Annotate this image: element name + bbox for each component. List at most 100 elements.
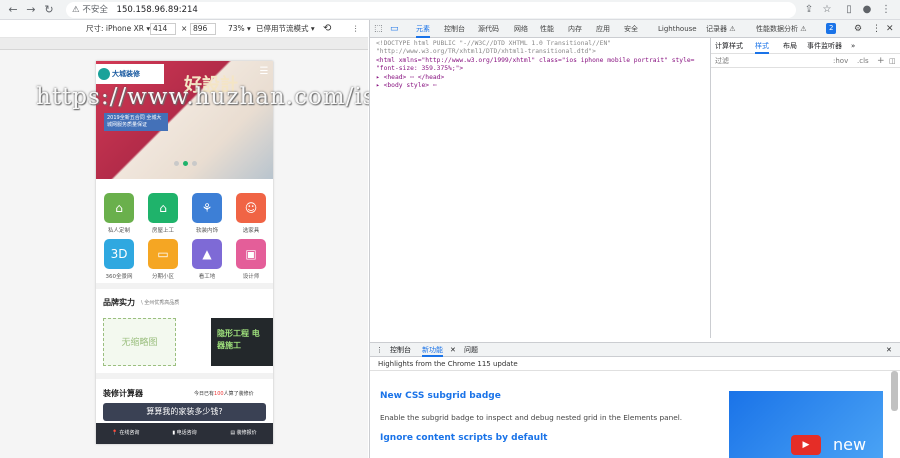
devtools-close-icon[interactable]: ✕: [886, 20, 894, 38]
sofa-icon: ⚘: [192, 193, 222, 223]
drawer-menu-icon[interactable]: ⋮: [376, 343, 383, 357]
service-item[interactable]: ▭ 分期小区: [143, 239, 183, 285]
styles-sidebar-toggle-icon[interactable]: ◫: [889, 54, 896, 68]
service-item-label: 软装内饰: [195, 228, 218, 234]
back-icon[interactable]: ←: [6, 3, 20, 17]
carousel-dot[interactable]: [192, 161, 197, 166]
service-item-label: 分期小区: [151, 274, 174, 280]
dom-tree-line[interactable]: "http://www.w3.org/TR/xhtml1/DTD/xhtml1-…: [376, 48, 704, 56]
device-toggle-icon[interactable]: ▭: [390, 20, 399, 38]
hero-banner[interactable]: 大城装修 ☰ 好設計 2019全新五合同 全城大城网服务质量保证: [96, 61, 273, 179]
dom-tree-line[interactable]: "font-size: 359.375%;">: [376, 65, 704, 73]
zoom-select[interactable]: 73% ▾: [228, 20, 251, 38]
calculator-title: 装修计算器: [103, 389, 143, 398]
service-item[interactable]: ▣ 设计师: [231, 239, 271, 285]
sidepanel-icon[interactable]: ▯: [842, 3, 856, 17]
promo-word: new: [833, 435, 867, 454]
service-item[interactable]: ⚘ 软装内饰: [187, 193, 227, 239]
tab-console[interactable]: 控制台: [444, 20, 465, 38]
issues-badge[interactable]: 2: [826, 23, 837, 34]
tab-recorder[interactable]: 记录器 ⚠: [706, 20, 736, 38]
browser-toolbar: ← → ↻ ⚠ 不安全 150.158.96.89:214 ⇪ ☆ ▯ ● ⋮: [0, 0, 900, 20]
drawer-tab-console[interactable]: 控制台: [390, 343, 411, 357]
media-query-ruler[interactable]: [0, 38, 368, 50]
brand-card-hidden-works[interactable]: 隐形工程 电器施工: [211, 318, 273, 366]
house-icon: ⌂: [148, 193, 178, 223]
tab-elements[interactable]: 元素: [416, 20, 430, 38]
device-select[interactable]: 尺寸: iPhone XR ▾: [86, 20, 150, 38]
security-icon[interactable]: ⚠: [72, 5, 80, 15]
throttle-select[interactable]: 已停用节流模式 ▾: [256, 20, 315, 38]
rotate-icon[interactable]: ⟲: [323, 20, 331, 38]
dom-tree-line[interactable]: ▸ <head> ⋯ </head>: [376, 74, 704, 82]
tab-styles[interactable]: 样式: [755, 38, 769, 54]
share-icon[interactable]: ⇪: [802, 3, 816, 17]
styles-filter-input[interactable]: 过滤: [715, 57, 729, 65]
footer-quote[interactable]: ▤ 装修报价: [214, 423, 273, 444]
tab-security[interactable]: 安全: [624, 20, 638, 38]
bookmark-star-icon[interactable]: ☆: [820, 3, 834, 17]
device-width-input[interactable]: 414: [150, 23, 176, 35]
devtools-tabbar: ⬚ ▭ 元素 控制台 源代码 网络 性能 内存 应用 安全 Lighthouse…: [370, 20, 900, 38]
service-item[interactable]: ☺ 选家具: [231, 193, 271, 239]
tab-sources[interactable]: 源代码: [478, 20, 499, 38]
device-more-icon[interactable]: ⋮: [352, 20, 360, 38]
footer-phone-consult[interactable]: ▮ 电话咨询: [155, 423, 214, 444]
device-height-input[interactable]: 896: [190, 23, 216, 35]
dom-tree-line[interactable]: <!DOCTYPE html PUBLIC "-//W3C//DTD XHTML…: [376, 40, 704, 48]
carousel-dot-active[interactable]: [183, 161, 188, 166]
drawer-tab-whats-new[interactable]: 新功能: [422, 343, 443, 357]
carousel-dot[interactable]: [174, 161, 179, 166]
calculate-price-button[interactable]: 算算我的家装多少钱?: [103, 403, 266, 421]
cls-toggle[interactable]: .cls: [857, 54, 869, 68]
reload-icon[interactable]: ↻: [42, 3, 56, 17]
tab-event-listeners[interactable]: 事件监听器: [807, 38, 842, 54]
news-title-content-scripts[interactable]: Ignore content scripts by default: [380, 433, 547, 443]
news-title-subgrid[interactable]: New CSS subgrid badge: [380, 391, 501, 401]
divider: [96, 283, 273, 289]
devtools-more-icon[interactable]: ⋮: [872, 20, 881, 38]
hov-toggle[interactable]: :hov: [833, 54, 848, 68]
tab-memory[interactable]: 内存: [568, 20, 582, 38]
service-item[interactable]: 3D 360全景网: [99, 239, 139, 285]
drawer-tab-issues[interactable]: 问题: [464, 343, 478, 357]
url-text[interactable]: 150.158.96.89:214: [117, 5, 198, 15]
service-item[interactable]: ▲ 看工地: [187, 239, 227, 285]
brand-card-placeholder[interactable]: 无缩略图: [103, 318, 176, 366]
tab-application[interactable]: 应用: [596, 20, 610, 38]
service-item-label: 房屋上工: [151, 228, 174, 234]
forward-icon[interactable]: →: [24, 3, 38, 17]
drawer-tab-close-icon[interactable]: ✕: [450, 343, 456, 357]
settings-gear-icon[interactable]: ⚙: [854, 20, 862, 38]
elements-dom-tree[interactable]: <!DOCTYPE html PUBLIC "-//W3C//DTD XHTML…: [370, 38, 710, 338]
site-logo[interactable]: 大城装修: [96, 64, 164, 84]
security-label[interactable]: 不安全: [82, 5, 108, 15]
calc-count: 100: [214, 391, 224, 397]
tab-performance[interactable]: 性能: [540, 20, 554, 38]
inspect-icon[interactable]: ⬚: [374, 20, 383, 38]
brand-section-title: 品牌实力: [103, 298, 135, 307]
styles-pane: 计算样式 样式 布局 事件监听器 » 过滤 :hov .cls + ◫: [710, 38, 900, 338]
drawer-scrollbar[interactable]: [891, 371, 898, 411]
address-bar[interactable]: ⚠ 不安全 150.158.96.89:214: [66, 2, 796, 18]
tab-network[interactable]: 网络: [514, 20, 528, 38]
footer-label: 电话咨询: [176, 430, 197, 436]
browser-menu-icon[interactable]: ⋮: [879, 3, 893, 17]
drawer-close-icon[interactable]: ✕: [886, 343, 892, 357]
tab-layout[interactable]: 布局: [783, 38, 797, 54]
menu-icon[interactable]: ☰: [258, 66, 270, 78]
service-item[interactable]: ⌂ 房屋上工: [143, 193, 183, 239]
tab-lighthouse[interactable]: Lighthouse: [658, 20, 697, 38]
dom-tree-line[interactable]: ▸ <body style> ⋯: [376, 82, 704, 90]
tab-computed[interactable]: 计算样式: [715, 38, 743, 54]
profile-icon[interactable]: ●: [860, 3, 874, 17]
whats-new-video-thumbnail[interactable]: ▶ new: [729, 391, 883, 458]
dom-tree-line[interactable]: <html xmlns="http://www.w3.org/1999/xhtm…: [376, 57, 704, 65]
add-rule-icon[interactable]: +: [877, 54, 885, 68]
footer-online-consult[interactable]: 📍 在线咨询: [96, 423, 155, 444]
more-tabs-icon[interactable]: »: [851, 38, 855, 54]
service-item[interactable]: ⌂ 私人定制: [99, 193, 139, 239]
tab-performance-insights[interactable]: 性能数据分析 ⚠: [756, 20, 807, 38]
styles-filter-bar: 过滤 :hov .cls + ◫: [711, 54, 900, 68]
youtube-play-icon[interactable]: ▶: [791, 435, 821, 455]
